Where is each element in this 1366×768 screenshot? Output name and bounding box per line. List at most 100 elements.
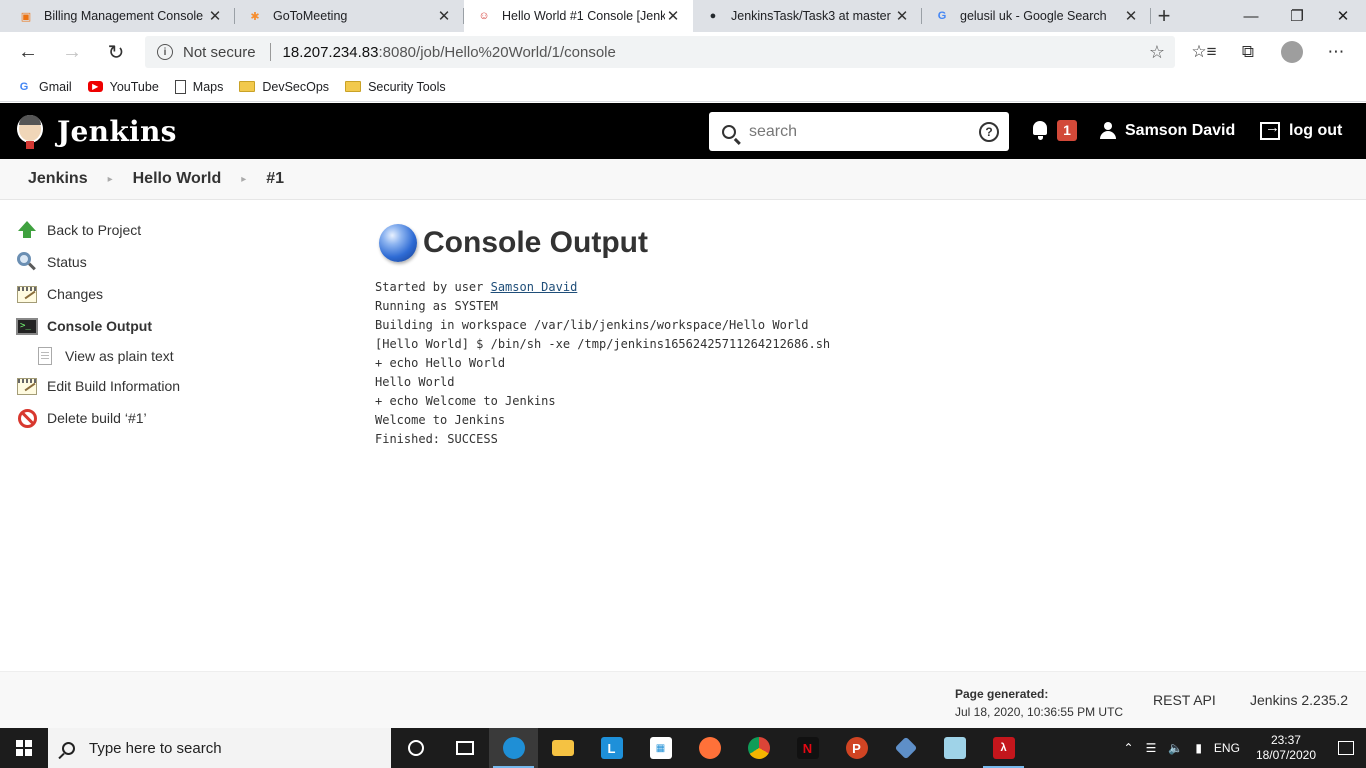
forward-button[interactable]: → bbox=[50, 32, 94, 72]
console-line: Running as SYSTEM bbox=[375, 299, 498, 313]
close-icon[interactable]: ✕ bbox=[894, 7, 910, 25]
bookmark-item[interactable]: G Gmail bbox=[16, 80, 72, 94]
notifications-button[interactable]: 1 bbox=[1031, 119, 1077, 141]
bookmark-item[interactable]: DevSecOps bbox=[239, 80, 329, 94]
task-view-icon[interactable] bbox=[440, 728, 489, 768]
console-line: [Hello World] $ /bin/sh -xe /tmp/jenkins… bbox=[375, 337, 831, 351]
bookmark-item[interactable]: Security Tools bbox=[345, 80, 446, 94]
clock-date: 18/07/2020 bbox=[1255, 748, 1316, 762]
file-explorer-icon[interactable] bbox=[538, 728, 587, 768]
chevron-up-icon[interactable]: ⌃ bbox=[1124, 741, 1134, 755]
collections-icon[interactable]: ⧉ bbox=[1226, 42, 1270, 62]
search-input[interactable] bbox=[749, 122, 969, 141]
notification-count-badge: 1 bbox=[1057, 119, 1077, 141]
bookmark-item[interactable]: ▶ YouTube bbox=[87, 79, 159, 94]
user-icon bbox=[1100, 122, 1116, 140]
cortana-icon[interactable] bbox=[391, 728, 440, 768]
bookmarks-bar: G Gmail ▶ YouTube Maps DevSecOps Security Tool… bbox=[0, 72, 1366, 102]
sidebar-task-label: Back to Project bbox=[47, 222, 142, 238]
browser-tab[interactable]: ▣ Billing Management Console ✕ bbox=[6, 0, 235, 32]
close-icon[interactable]: ✕ bbox=[207, 7, 223, 25]
minimize-button[interactable]: — bbox=[1228, 0, 1274, 32]
more-menu-icon[interactable]: ⋯ bbox=[1314, 42, 1358, 62]
close-window-button[interactable]: ✕ bbox=[1320, 0, 1366, 32]
language-indicator[interactable]: ENG bbox=[1214, 741, 1240, 755]
action-center-icon[interactable] bbox=[1326, 741, 1366, 755]
close-icon[interactable]: ✕ bbox=[1123, 7, 1139, 25]
breadcrumb-build[interactable]: #1 bbox=[266, 170, 284, 188]
acrobat-icon[interactable]: λ bbox=[979, 728, 1028, 768]
network-icon[interactable]: ☰ bbox=[1146, 741, 1157, 755]
magnifier-icon bbox=[16, 252, 38, 272]
notepad-app-icon[interactable] bbox=[930, 728, 979, 768]
jenkins-version-link[interactable]: Jenkins 2.235.2 bbox=[1250, 692, 1348, 708]
sidebar-task[interactable]: Changes bbox=[16, 278, 336, 310]
favorites-icon[interactable]: ☆≡ bbox=[1182, 42, 1226, 62]
url-text[interactable]: 18.207.234.83:8080/job/Hello%20World/1/c… bbox=[283, 44, 616, 61]
refresh-button[interactable]: ↻ bbox=[94, 32, 138, 72]
sidebar-task[interactable]: Back to Project bbox=[16, 214, 336, 246]
l-app-icon[interactable]: L bbox=[587, 728, 636, 768]
firefox-icon[interactable] bbox=[685, 728, 734, 768]
breadcrumb-job[interactable]: Hello World bbox=[133, 170, 222, 188]
search-icon bbox=[709, 124, 749, 139]
logout-link[interactable]: log out bbox=[1260, 103, 1342, 159]
chrome-icon[interactable] bbox=[734, 728, 783, 768]
store-icon[interactable]: ▦ bbox=[636, 728, 685, 768]
back-button[interactable]: ← bbox=[6, 32, 50, 72]
console-line: Welcome to Jenkins bbox=[375, 413, 506, 427]
start-button[interactable] bbox=[0, 728, 48, 768]
battery-icon[interactable]: ▮ bbox=[1195, 741, 1202, 755]
help-icon[interactable]: ? bbox=[979, 121, 999, 142]
console-user-link[interactable]: Samson David bbox=[491, 280, 578, 294]
sidebar-task-label: Console Output bbox=[47, 318, 152, 334]
powerpoint-icon[interactable]: P bbox=[832, 728, 881, 768]
bookmark-label: Maps bbox=[192, 79, 224, 94]
bookmark-label: YouTube bbox=[109, 79, 159, 94]
chevron-right-icon[interactable]: ▸ bbox=[241, 174, 246, 185]
tab-title: gelusil uk - Google Search bbox=[960, 9, 1107, 23]
close-icon[interactable]: ✕ bbox=[665, 7, 681, 25]
search-icon bbox=[62, 741, 75, 755]
rest-api-link[interactable]: REST API bbox=[1153, 692, 1216, 708]
sidebar-task[interactable]: >_ Console Output bbox=[16, 310, 336, 342]
sidebar-task[interactable]: Status bbox=[16, 246, 336, 278]
netflix-icon[interactable]: N bbox=[783, 728, 832, 768]
sidebar-task[interactable]: Delete build ‘#1’ bbox=[16, 402, 336, 434]
bookmark-label: Security Tools bbox=[368, 79, 446, 94]
profile-avatar[interactable] bbox=[1281, 41, 1303, 63]
bookmark-item[interactable]: Maps bbox=[174, 79, 224, 94]
chevron-right-icon[interactable]: ▸ bbox=[108, 174, 113, 185]
sidebar-task[interactable]: Edit Build Information bbox=[16, 370, 336, 402]
close-icon[interactable]: ✕ bbox=[436, 7, 452, 25]
url-host: 18.207.234.83 bbox=[282, 43, 379, 61]
jenkins-brand[interactable]: Jenkins bbox=[57, 115, 177, 148]
restore-button[interactable]: ❐ bbox=[1274, 0, 1320, 32]
info-icon[interactable]: i bbox=[157, 44, 173, 60]
clock[interactable]: 23:37 18/07/2020 bbox=[1256, 733, 1316, 763]
sidebar-task-label: Edit Build Information bbox=[47, 378, 181, 394]
sidebar-task[interactable]: View as plain text bbox=[16, 342, 336, 370]
volume-icon[interactable]: 🔈 bbox=[1168, 741, 1183, 755]
new-tab-button[interactable]: + bbox=[1147, 0, 1181, 32]
google-icon: G bbox=[937, 10, 947, 22]
jenkins-logo-icon[interactable] bbox=[15, 113, 45, 149]
taskbar-search[interactable]: Type here to search bbox=[48, 728, 391, 768]
breadcrumb-jenkins[interactable]: Jenkins bbox=[28, 170, 88, 188]
toolbar-right-actions: ☆≡ ⧉ ⋯ bbox=[1182, 32, 1358, 72]
browser-tab[interactable]: ☺ Hello World #1 Console [Jenkins]✕ bbox=[464, 0, 693, 32]
address-bar[interactable]: i Not secure 18.207.234.83:8080/job/Hell… bbox=[145, 36, 1175, 68]
edge-browser-icon[interactable] bbox=[489, 728, 538, 768]
star-icon[interactable]: ☆ bbox=[1149, 42, 1165, 63]
github-icon: ● bbox=[709, 10, 717, 22]
browser-tab[interactable]: Ggelusil uk - Google Search ✕ bbox=[922, 0, 1151, 32]
browser-tab[interactable]: ✱ GoToMeeting ✕ bbox=[235, 0, 464, 32]
browser-tab-strip: + — ❐ ✕ ▣ Billing Management Console ✕ ✱ GoT… bbox=[0, 0, 1366, 32]
security-label[interactable]: Not secure bbox=[183, 44, 256, 61]
user-link[interactable]: Samson David bbox=[1100, 103, 1235, 159]
page-heading: Console Output bbox=[379, 224, 1335, 262]
app-icon[interactable] bbox=[881, 728, 930, 768]
windows-logo-icon bbox=[16, 740, 32, 756]
user-name: Samson David bbox=[1125, 122, 1236, 139]
browser-tab[interactable]: ● JenkinsTask/Task3 at master · c ✕ bbox=[693, 0, 922, 32]
